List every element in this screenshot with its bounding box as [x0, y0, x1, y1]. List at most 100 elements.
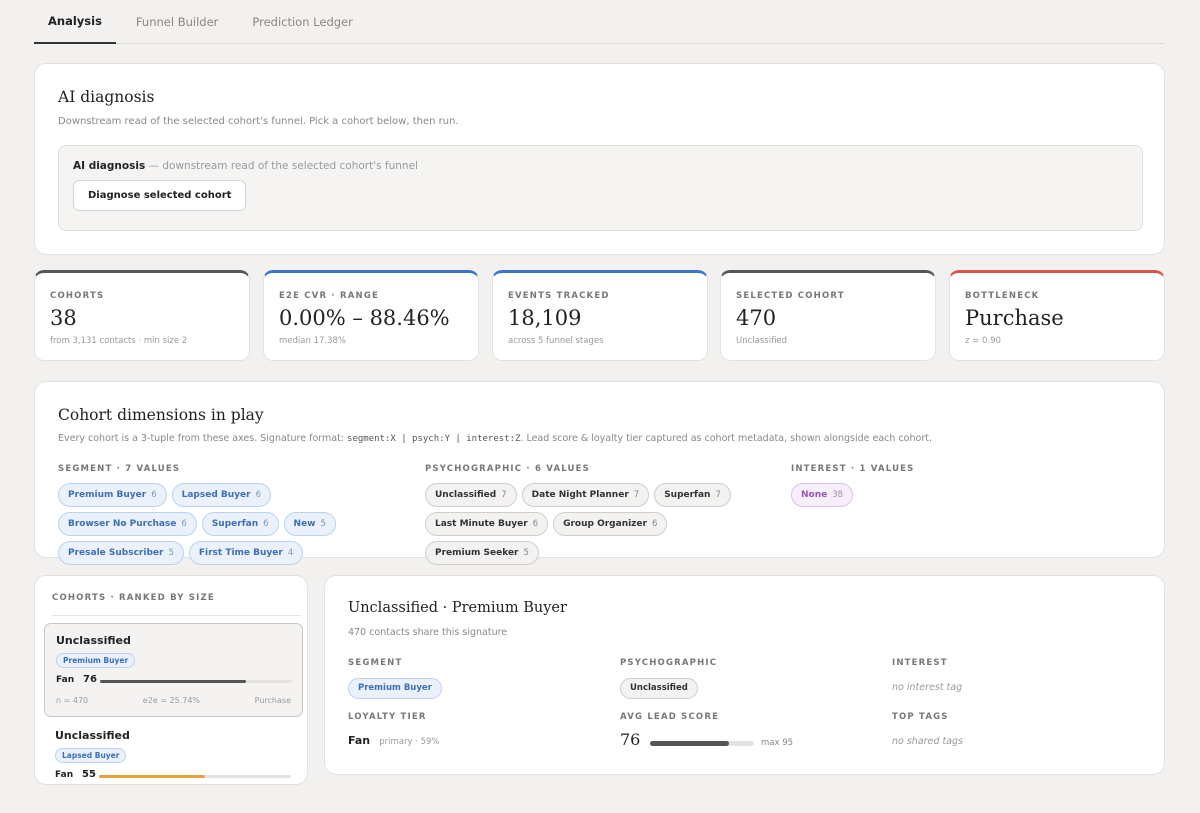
desc-post: . Lead score & loyalty tier captured as …: [520, 433, 932, 444]
cohorts-list-card: COHORTS · RANKED BY SIZE Unclassified Pr…: [34, 575, 308, 785]
tab-analysis[interactable]: Analysis: [34, 0, 116, 44]
psychographic-chip[interactable]: Unclassified 7: [425, 483, 517, 507]
stat-label: BOTTLENECK: [965, 291, 1040, 301]
lead-score-bar: [650, 741, 754, 746]
cohorts-list-heading: COHORTS · RANKED BY SIZE: [52, 593, 215, 603]
stat-value: 470: [736, 306, 777, 330]
detail-segment: SEGMENT Premium Buyer: [348, 658, 442, 699]
dimensions-description: Every cohort is a 3-tuple from these axe…: [58, 433, 932, 444]
detail-loyalty-value: Fan: [348, 734, 371, 747]
stat-note: from 3,131 contacts · min size 2: [50, 336, 188, 346]
dimensions-title: Cohort dimensions in play: [58, 406, 264, 424]
segment-chip[interactable]: First Time Buyer 4: [188, 541, 304, 565]
segment-column: SEGMENT · 7 VALUES Premium Buyer 6 Lapsed…: [58, 464, 403, 565]
cohort-segment-chip: Premium Buyer: [56, 653, 136, 668]
cohort-score-bar-fill: [100, 680, 246, 683]
chip-label: Date Night Planner: [531, 490, 629, 500]
detail-interest-value: no interest tag: [892, 682, 963, 693]
chip-label: None: [801, 490, 828, 500]
cohort-footer: n = 470 e2e = 25.74% Purchase: [56, 696, 291, 705]
segment-heading: SEGMENT · 7 VALUES: [58, 464, 181, 474]
cohort-detail-subtitle: 470 contacts share this signature: [348, 627, 508, 638]
chip-label: Lapsed Buyer: [181, 490, 251, 500]
psychographic-chip[interactable]: Date Night Planner 7: [521, 483, 650, 507]
chip-count: 6: [532, 519, 539, 529]
detail-top-tags-value: no shared tags: [892, 736, 963, 747]
chip-label: Last Minute Buyer: [435, 519, 528, 529]
chip-count: 5: [320, 519, 326, 529]
cohort-score: 55: [82, 769, 96, 780]
chip-count: 6: [263, 519, 269, 529]
chip-count: 7: [501, 490, 507, 500]
cohort-detail-title: Unclassified · Premium Buyer: [348, 600, 567, 616]
stat-card-e2e-cvr: E2E CVR · RANGE 0.00% – 88.46% median 17…: [263, 270, 479, 361]
segment-chip[interactable]: New 5: [283, 512, 336, 536]
segment-chip[interactable]: Presale Subscriber 5: [58, 541, 184, 565]
detail-interest: INTEREST no interest tag: [892, 658, 962, 694]
segment-chip[interactable]: Lapsed Buyer 6: [171, 483, 272, 507]
stat-card-selected-cohort: SELECTED COHORT 470 Unclassified: [720, 270, 936, 361]
interest-column: INTEREST · 1 VALUES None 38: [791, 464, 1111, 507]
detail-lead-score: AVG LEAD SCORE 76 max 95: [620, 712, 880, 753]
field-label: LOYALTY TIER: [348, 712, 427, 722]
segment-chip[interactable]: Premium Buyer 6: [58, 483, 167, 507]
cohort-title: Unclassified: [56, 634, 131, 647]
stat-note: z = 0.90: [965, 336, 1001, 346]
stat-card-bottleneck: BOTTLENECK Purchase z = 0.90: [949, 270, 1165, 361]
stat-value: 0.00% – 88.46%: [279, 306, 450, 330]
cohort-segment-chip: Lapsed Buyer: [55, 748, 127, 763]
ai-diagnosis-subtitle: Downstream read of the selected cohort's…: [58, 116, 459, 127]
stat-note: across 5 funnel stages: [508, 336, 604, 346]
segment-chip[interactable]: Superfan 6: [201, 512, 279, 536]
lead-score-bar-fill: [650, 741, 730, 746]
cohort-score-bar: [100, 680, 292, 683]
detail-psychographic-chip: Unclassified: [620, 677, 698, 699]
field-label: TOP TAGS: [892, 712, 949, 722]
detail-segment-chip: Premium Buyer: [348, 677, 442, 699]
chip-label: Group Organizer: [563, 519, 647, 529]
field-label: SEGMENT: [348, 658, 403, 668]
lead-score-value: 76: [620, 730, 641, 749]
ai-diagnosis-card: AI diagnosis Downstream read of the sele…: [34, 63, 1165, 255]
cohort-list-item[interactable]: Unclassified Lapsed Buyer Fan 55: [44, 719, 303, 813]
divider: [52, 615, 301, 616]
psychographic-chips: Unclassified 7 Date Night Planner 7 Superf…: [425, 483, 755, 565]
psychographic-chip[interactable]: Superfan 7: [654, 483, 731, 507]
tab-prediction-ledger[interactable]: Prediction Ledger: [238, 0, 366, 44]
cohort-tier: Fan: [56, 675, 75, 685]
detail-loyalty: LOYALTY TIER Fan primary · 59%: [348, 712, 439, 748]
interest-chip[interactable]: None 38: [791, 483, 854, 507]
chip-count: 6: [651, 519, 658, 529]
diagnose-button[interactable]: Diagnose selected cohort: [73, 180, 247, 211]
stat-value: Purchase: [965, 306, 1064, 330]
psychographic-column: PSYCHOGRAPHIC · 6 VALUES Unclassified 7 D…: [425, 464, 755, 565]
stat-value: 38: [50, 306, 77, 330]
tab-funnel-builder[interactable]: Funnel Builder: [122, 0, 232, 44]
ai-diagnosis-panel: AI diagnosis — downstream read of the se…: [58, 145, 1143, 231]
chip-count: 6: [255, 490, 262, 500]
cohort-dimensions-card: Cohort dimensions in play Every cohort i…: [34, 381, 1165, 565]
psychographic-chip[interactable]: Last Minute Buyer 6: [425, 512, 549, 536]
psychographic-chip[interactable]: Group Organizer 6: [553, 512, 668, 536]
chip-label: Browser No Purchase: [68, 519, 177, 529]
stat-note: Unclassified: [736, 336, 788, 346]
cohort-e2e: e2e = 25.74%: [142, 696, 201, 705]
psychographic-heading: PSYCHOGRAPHIC · 6 VALUES: [425, 464, 590, 474]
stat-label: COHORTS: [50, 291, 105, 301]
stat-label: E2E CVR · RANGE: [279, 291, 380, 301]
chip-count: 6: [181, 519, 187, 529]
chip-count: 38: [832, 490, 844, 500]
signature-format-code: segment:X | psych:Y | interest:Z: [347, 434, 521, 444]
chip-label: Unclassified: [435, 490, 497, 500]
chip-label: Premium Seeker: [435, 548, 519, 558]
psychographic-chip[interactable]: Premium Seeker 5: [425, 541, 539, 565]
cohort-tier: Fan: [55, 770, 74, 780]
chip-count: 5: [523, 548, 529, 558]
cohort-list-item[interactable]: Unclassified Premium Buyer Fan 76 n = 47…: [44, 623, 303, 717]
chip-label: Superfan: [211, 519, 259, 529]
field-label: AVG LEAD SCORE: [620, 712, 720, 722]
segment-chip[interactable]: Browser No Purchase 6: [58, 512, 197, 536]
chip-label: Superfan: [664, 490, 711, 500]
chip-count: 5: [168, 548, 174, 558]
ai-panel-title-bold: AI diagnosis: [73, 160, 146, 172]
